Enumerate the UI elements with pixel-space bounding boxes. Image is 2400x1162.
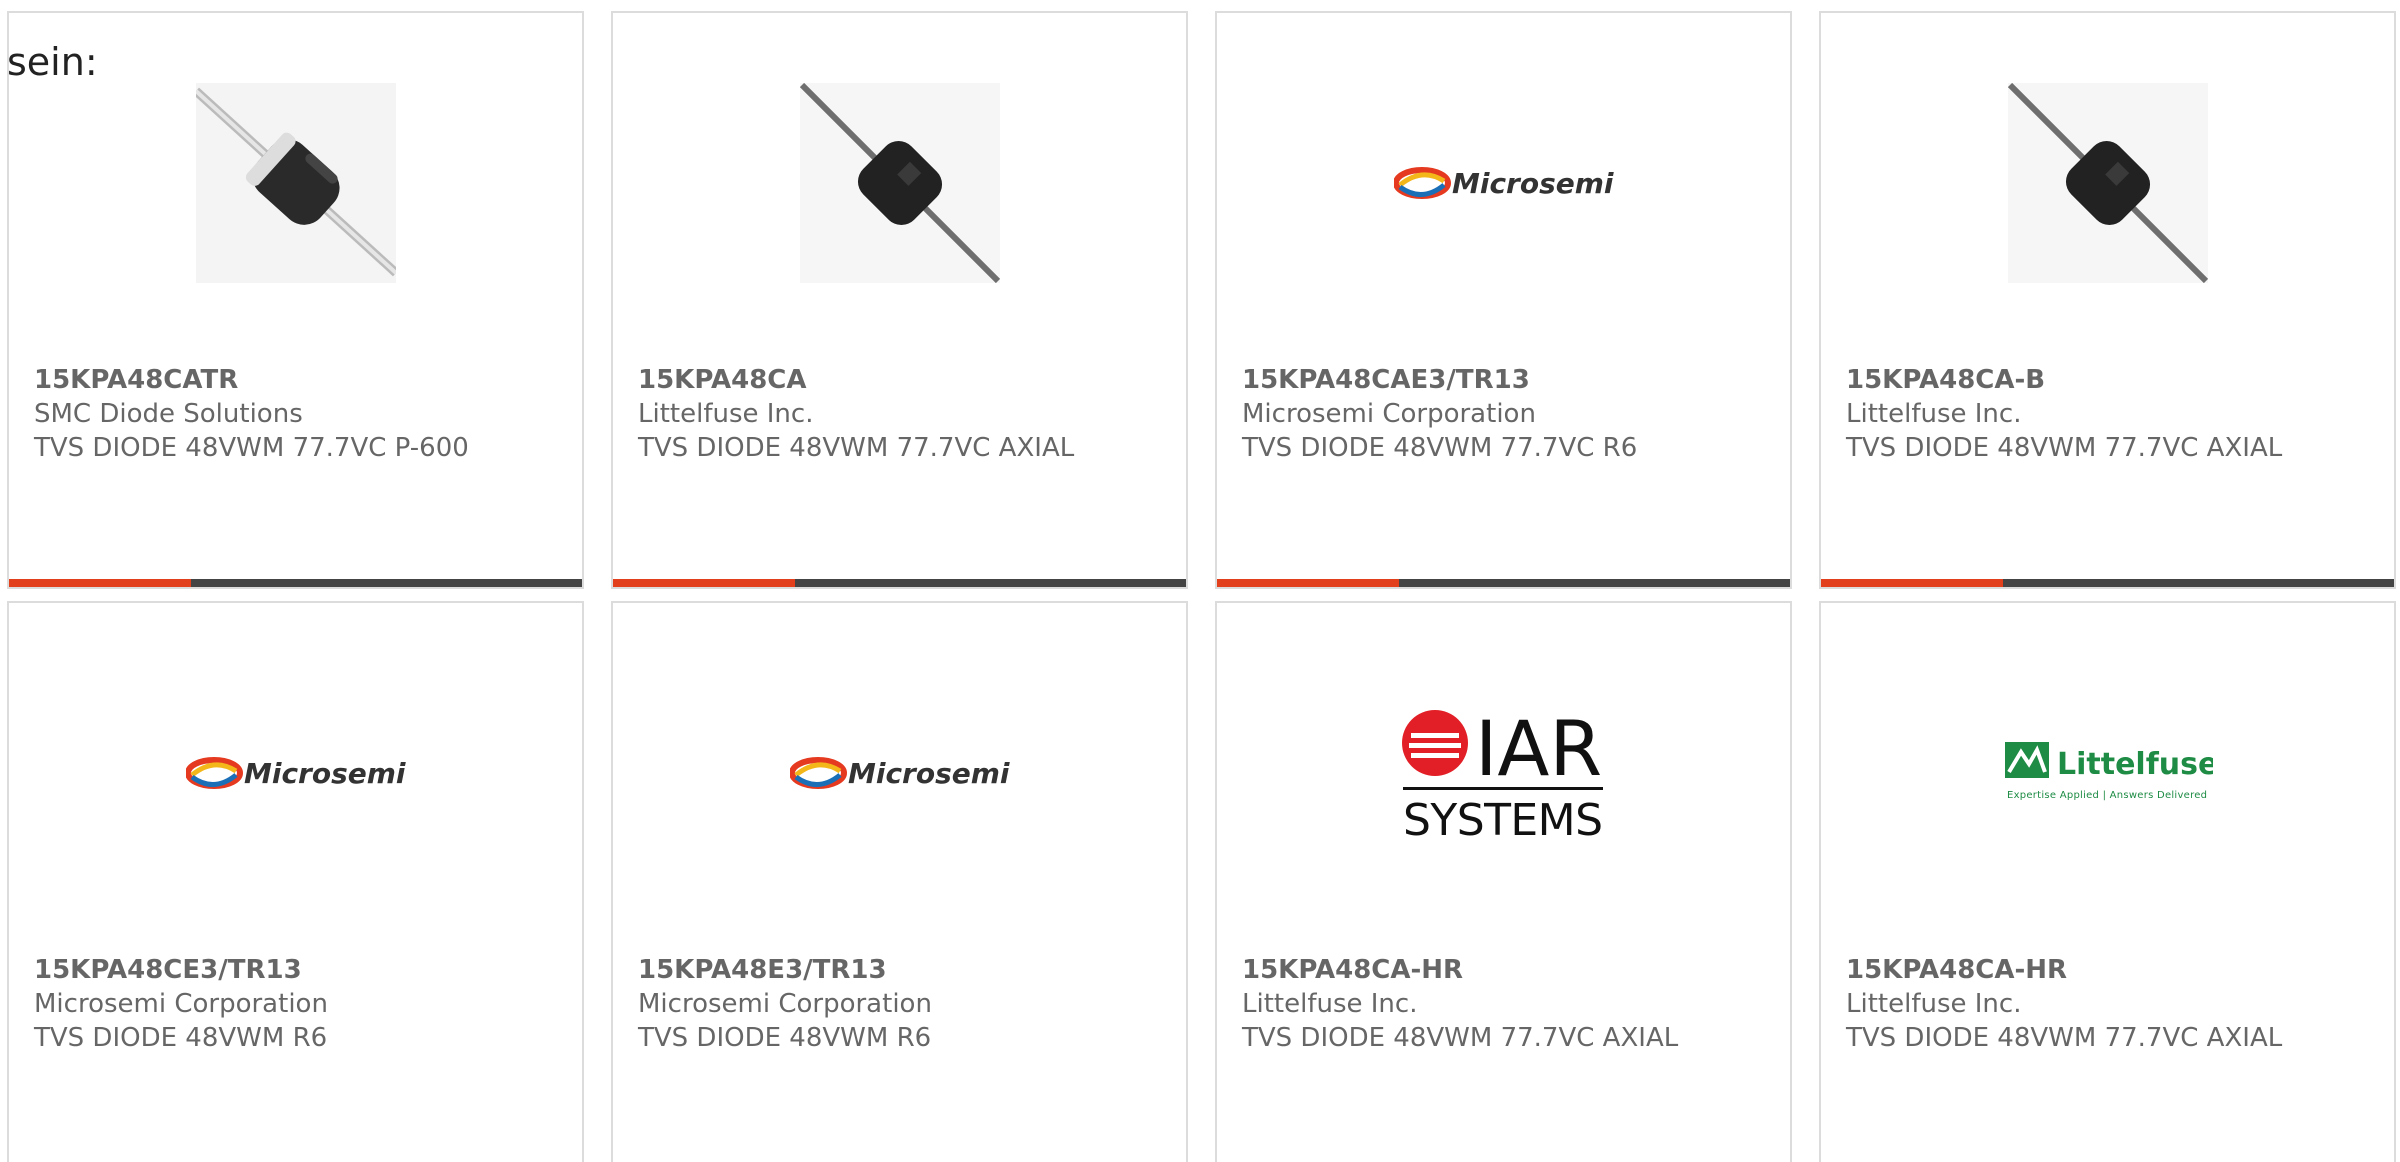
description: TVS DIODE 48VWM 77.7VC AXIAL [1846,1023,2283,1053]
card-text: 15KPA48CAE3/TR13 Microsemi Corporation T… [1242,363,1780,465]
card-text: 15KPA48CA-B Littelfuse Inc. TVS DIODE 48… [1846,363,2384,465]
card-bar-accent [1217,579,1399,587]
card-text: 15KPA48CA Littelfuse Inc. TVS DIODE 48VW… [638,363,1176,465]
product-image: Microsemi [613,663,1186,883]
littelfuse-logo-text: Littelfuse [2057,747,2213,782]
product-image [1821,73,2394,293]
card-text: 15KPA48CATR SMC Diode Solutions TVS DIOD… [34,363,572,465]
card-bar [613,579,1186,587]
card-bar-accent [9,579,191,587]
manufacturer: Microsemi Corporation [638,989,932,1019]
diode-axial-icon [799,83,1000,283]
description: TVS DIODE 48VWM 77.7VC AXIAL [1846,433,2283,463]
diode-banded-icon [195,83,396,283]
microsemi-logo: Microsemi [789,757,1010,790]
part-number[interactable]: 15KPA48CAE3/TR13 [1242,363,1780,397]
card-bar [9,579,582,587]
iar-logo-text: IAR [1475,704,1602,793]
card-bar-accent [1821,579,2003,587]
microsemi-logo-text: Microsemi [1452,167,1614,200]
manufacturer: Littelfuse Inc. [638,399,814,429]
product-card[interactable]: 15KPA48CATR SMC Diode Solutions TVS DIOD… [7,11,584,589]
product-card[interactable]: 15KPA48CA-B Littelfuse Inc. TVS DIODE 48… [1819,11,2396,589]
part-number[interactable]: 15KPA48CATR [34,363,572,397]
product-image: Microsemi [1217,73,1790,293]
product-image: IAR SYSTEMS [1217,663,1790,883]
product-card[interactable]: Littelfuse Expertise Applied | Answers D… [1819,601,2396,1162]
part-number[interactable]: 15KPA48E3/TR13 [638,953,1176,987]
product-image [613,73,1186,293]
description: TVS DIODE 48VWM 77.7VC R6 [1242,433,1638,463]
description: TVS DIODE 48VWM 77.7VC P-600 [34,433,469,463]
lead-text: sein: [7,40,98,84]
description: TVS DIODE 48VWM 77.7VC AXIAL [638,433,1075,463]
description: TVS DIODE 48VWM 77.7VC AXIAL [1242,1023,1679,1053]
manufacturer: Microsemi Corporation [1242,399,1536,429]
card-text: 15KPA48E3/TR13 Microsemi Corporation TVS… [638,953,1176,1055]
manufacturer: Littelfuse Inc. [1846,989,2022,1019]
part-number[interactable]: 15KPA48CA-HR [1242,953,1780,987]
product-image: Microsemi [9,663,582,883]
microsemi-logo: Microsemi [185,757,406,790]
manufacturer: Microsemi Corporation [34,989,328,1019]
manufacturer: SMC Diode Solutions [34,399,303,429]
card-bar-accent [613,579,795,587]
card-bar [1217,579,1790,587]
product-card[interactable]: IAR SYSTEMS 15KPA48CA-HR Littelfuse Inc.… [1215,601,1792,1162]
diode-axial-icon [2007,83,2208,283]
card-text: 15KPA48CA-HR Littelfuse Inc. TVS DIODE 4… [1242,953,1780,1055]
microsemi-logo: Microsemi [1393,167,1614,200]
part-number[interactable]: 15KPA48CA-B [1846,363,2384,397]
manufacturer: Littelfuse Inc. [1242,989,1418,1019]
product-card[interactable]: Microsemi 15KPA48CE3/TR13 Microsemi Corp… [7,601,584,1162]
part-number[interactable]: 15KPA48CA [638,363,1176,397]
product-card[interactable]: Microsemi 15KPA48CAE3/TR13 Microsemi Cor… [1215,11,1792,589]
product-card[interactable]: Microsemi 15KPA48E3/TR13 Microsemi Corpo… [611,601,1188,1162]
card-text: 15KPA48CA-HR Littelfuse Inc. TVS DIODE 4… [1846,953,2384,1055]
part-number[interactable]: 15KPA48CE3/TR13 [34,953,572,987]
part-number[interactable]: 15KPA48CA-HR [1846,953,2384,987]
description: TVS DIODE 48VWM R6 [34,1023,328,1053]
manufacturer: Littelfuse Inc. [1846,399,2022,429]
product-grid-page: sein: 15KPA48CATR SMC Diode Solutions TV… [0,0,2400,1162]
iar-systems-text: SYSTEMS [1403,795,1603,843]
iar-systems-logo: IAR SYSTEMS [1401,704,1603,843]
littelfuse-tagline: Expertise Applied | Answers Delivered [2007,790,2207,801]
card-bar [1821,579,2394,587]
product-image [9,73,582,293]
product-card[interactable]: 15KPA48CA Littelfuse Inc. TVS DIODE 48VW… [611,11,1188,589]
description: TVS DIODE 48VWM R6 [638,1023,932,1053]
microsemi-logo-text: Microsemi [848,757,1010,790]
card-text: 15KPA48CE3/TR13 Microsemi Corporation TV… [34,953,572,1055]
littelfuse-logo: Littelfuse Expertise Applied | Answers D… [2004,742,2213,801]
product-image: Littelfuse Expertise Applied | Answers D… [1821,663,2394,883]
microsemi-logo-text: Microsemi [244,757,406,790]
